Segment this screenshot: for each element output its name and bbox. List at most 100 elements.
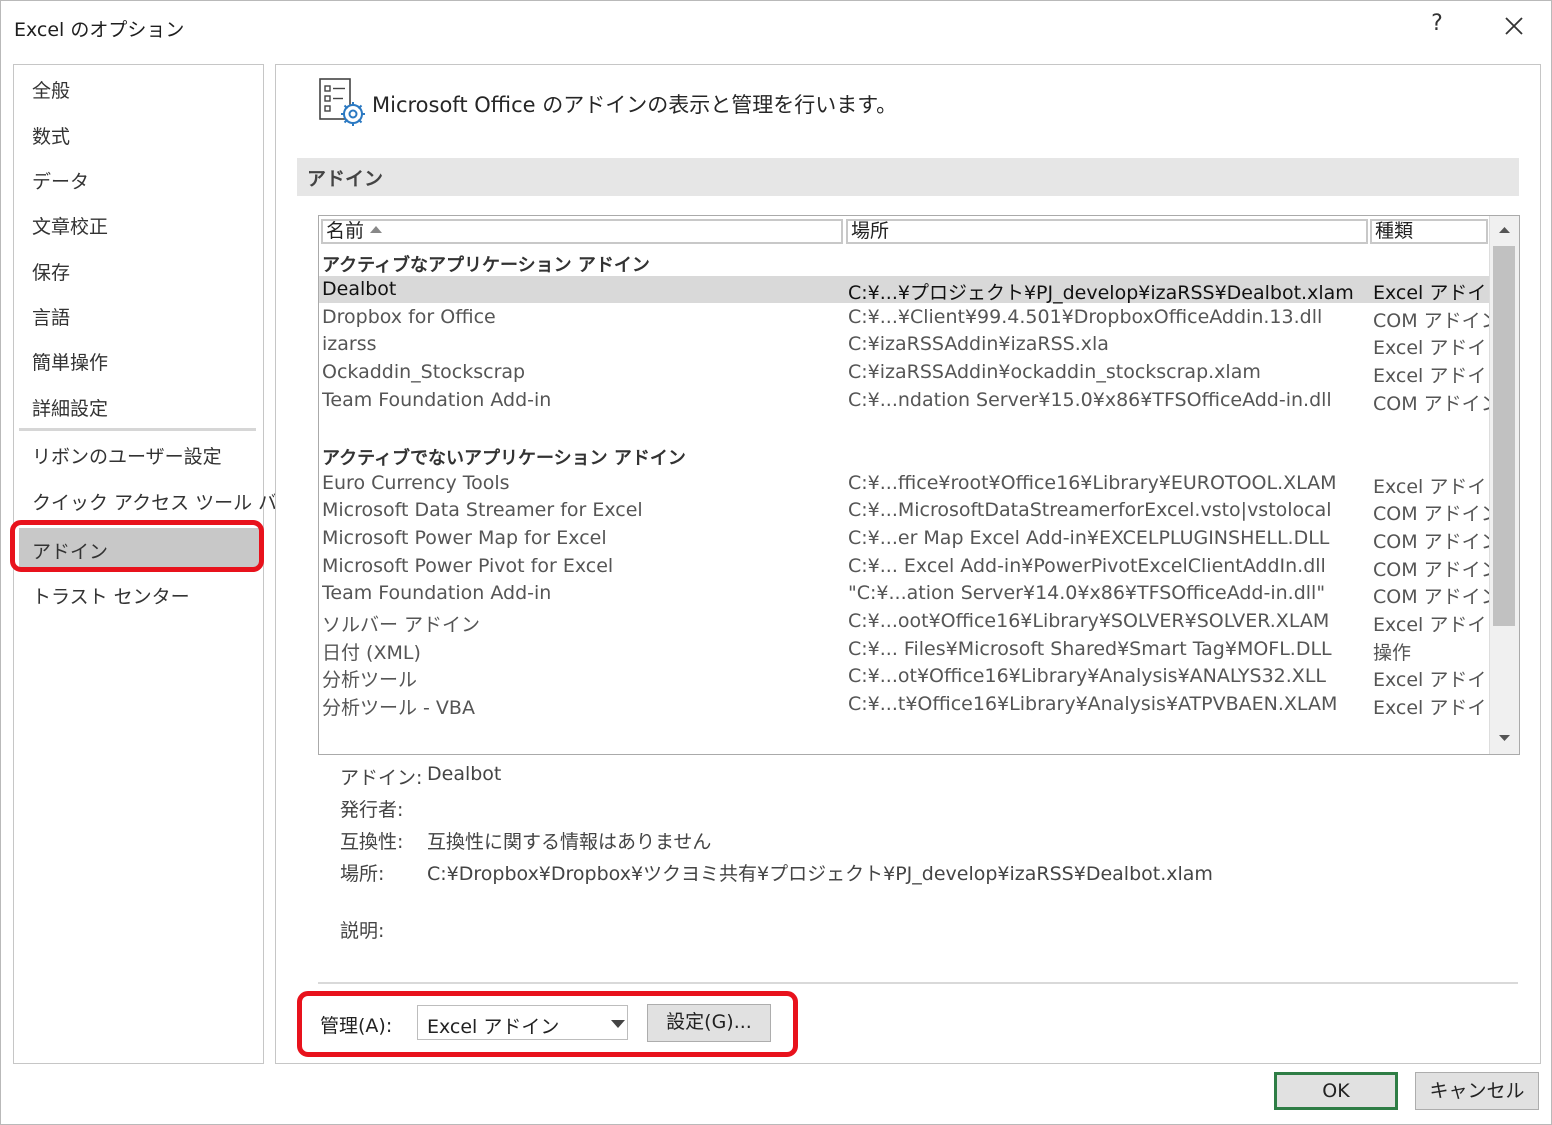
addin-name: Ockaddin_Stockscrap: [322, 361, 526, 383]
sidebar-item-language[interactable]: 言語: [32, 303, 70, 330]
scroll-up-icon: [1499, 227, 1510, 233]
addin-type: Excel アドイン: [1373, 337, 1489, 359]
table-row[interactable]: 分析ツール C:¥...ot¥Office16¥Library¥Analysis…: [319, 663, 1489, 691]
addin-type: COM アドイン: [1373, 531, 1489, 553]
addin-location: C:¥...oot¥Office16¥Library¥SOLVER¥SOLVER…: [848, 610, 1330, 632]
table-row[interactable]: Microsoft Power Pivot for Excel C:¥... E…: [319, 553, 1489, 581]
section-title: アドイン: [307, 168, 384, 190]
sidebar-item-proofing[interactable]: 文章校正: [32, 212, 108, 239]
table-row[interactable]: ソルバー アドイン C:¥...oot¥Office16¥Library¥SOL…: [319, 608, 1489, 636]
table-row[interactable]: Team Foundation Add-in "C:¥...ation Serv…: [319, 580, 1489, 608]
addin-type: Excel アドイン: [1373, 697, 1489, 719]
addin-location: C:¥izaRSSAddin¥izaRSS.xla: [848, 333, 1109, 355]
sidebar-item-data[interactable]: データ: [32, 167, 89, 194]
sidebar-item-formulas[interactable]: 数式: [32, 122, 70, 149]
detail-compat-label: 互換性:: [340, 831, 404, 853]
column-header-type[interactable]: 種類: [1370, 219, 1488, 244]
column-header-name[interactable]: 名前: [321, 219, 843, 244]
group-header-active: アクティブなアプリケーション アドイン: [322, 255, 650, 276]
addin-type: COM アドイン: [1373, 586, 1489, 608]
addin-location: C:¥...ffice¥root¥Office16¥Library¥EUROTO…: [848, 472, 1337, 494]
table-row[interactable]: 分析ツール - VBA C:¥...t¥Office16¥Library¥Ana…: [319, 691, 1489, 719]
window-title: Excel のオプション: [14, 19, 185, 41]
excel-options-dialog: Excel のオプション ? 全般 数式 データ 文章校正 保存 言語 簡単操作…: [0, 0, 1552, 1125]
close-button[interactable]: [1497, 9, 1531, 43]
addin-name: 分析ツール - VBA: [322, 697, 475, 719]
table-row[interactable]: Microsoft Power Map for Excel C:¥...er M…: [319, 525, 1489, 553]
addin-name: ソルバー アドイン: [322, 614, 481, 636]
addin-name: Team Foundation Add-in: [322, 582, 552, 604]
addin-location: C:¥...¥プロジェクト¥PJ_develop¥izaRSS¥Dealbot.…: [848, 282, 1354, 304]
addin-location: C:¥... Excel Add-in¥PowerPivotExcelClien…: [848, 555, 1326, 577]
addin-location: C:¥... Files¥Microsoft Shared¥Smart Tag¥…: [848, 638, 1332, 660]
detail-compat-value: 互換性に関する情報はありません: [427, 831, 712, 853]
sidebar-item-save[interactable]: 保存: [32, 258, 70, 285]
section-header: アドイン: [297, 158, 1519, 196]
addin-name: Euro Currency Tools: [322, 472, 510, 494]
group-header-inactive: アクティブでないアプリケーション アドイン: [322, 448, 686, 469]
addin-name: Microsoft Power Pivot for Excel: [322, 555, 614, 577]
addin-name: 日付 (XML): [322, 642, 421, 664]
sidebar-item-general[interactable]: 全般: [32, 76, 70, 103]
list-scrollbar[interactable]: [1489, 216, 1519, 754]
addin-name: izarss: [322, 333, 377, 355]
column-header-location-label: 場所: [851, 220, 890, 242]
addin-location: C:¥izaRSSAddin¥ockaddin_stockscrap.xlam: [848, 361, 1261, 383]
column-header-location[interactable]: 場所: [846, 219, 1368, 244]
sidebar-item-accessibility[interactable]: 簡単操作: [32, 348, 108, 375]
scroll-up-button[interactable]: [1490, 216, 1519, 244]
addin-name: 分析ツール: [322, 669, 418, 691]
table-row[interactable]: Euro Currency Tools C:¥...ffice¥root¥Off…: [319, 470, 1489, 498]
panel-heading: Microsoft Office のアドインの表示と管理を行います。: [372, 93, 898, 117]
column-header-type-label: 種類: [1375, 220, 1414, 242]
help-button[interactable]: ?: [1423, 11, 1451, 41]
sidebar-item-quick-access-toolbar[interactable]: クイック アクセス ツール バー: [32, 488, 296, 515]
table-row[interactable]: Dealbot C:¥...¥プロジェクト¥PJ_develop¥izaRSS¥…: [319, 276, 1489, 304]
sidebar-item-trust-center[interactable]: トラスト センター: [32, 582, 190, 609]
sidebar-item-customize-ribbon[interactable]: リボンのユーザー設定: [32, 442, 222, 469]
table-row[interactable]: 日付 (XML) C:¥... Files¥Microsoft Shared¥S…: [319, 636, 1489, 664]
addin-list[interactable]: 名前 場所 種類 アクティブなアプリケーション アドイン Dealbot C:¥…: [318, 215, 1520, 755]
table-row[interactable]: izarss C:¥izaRSSAddin¥izaRSS.xla Excel ア…: [319, 331, 1489, 359]
addin-location: C:¥...¥Client¥99.4.501¥DropboxOfficeAddi…: [848, 306, 1323, 328]
highlight-manage-area: [297, 991, 798, 1057]
close-icon: [1505, 17, 1523, 35]
table-row[interactable]: Team Foundation Add-in C:¥...ndation Ser…: [319, 387, 1489, 415]
scroll-thumb[interactable]: [1493, 246, 1515, 626]
detail-publisher-label: 発行者:: [340, 799, 404, 821]
scroll-down-button[interactable]: [1490, 724, 1519, 752]
addin-name: Team Foundation Add-in: [322, 389, 552, 411]
divider: [318, 982, 1518, 984]
partially-visible-group-header: [322, 746, 522, 754]
detail-addin-label: アドイン:: [340, 767, 423, 789]
highlight-addins-category: [10, 520, 264, 572]
detail-addin-value: Dealbot: [427, 763, 502, 785]
addin-type: Excel アドイン: [1373, 476, 1489, 498]
detail-description-label: 説明:: [340, 920, 385, 942]
addin-location: "C:¥...ation Server¥14.0¥x86¥TFSOfficeAd…: [848, 582, 1326, 604]
addin-type: 操作: [1373, 642, 1412, 664]
addin-type: Excel アドイン: [1373, 614, 1489, 636]
addin-name: Microsoft Data Streamer for Excel: [322, 499, 643, 521]
table-row[interactable]: Ockaddin_Stockscrap C:¥izaRSSAddin¥ockad…: [319, 359, 1489, 387]
ok-button[interactable]: OK: [1274, 1072, 1398, 1110]
addin-type: Excel アドイン: [1373, 669, 1489, 691]
detail-location-value: C:¥Dropbox¥Dropbox¥ツクヨミ共有¥プロジェクト¥PJ_deve…: [427, 863, 1213, 885]
sidebar-divider: [19, 428, 256, 431]
clipped-text-glyphs: [322, 753, 522, 754]
addin-location: C:¥...t¥Office16¥Library¥Analysis¥ATPVBA…: [848, 693, 1338, 715]
addin-name: Dropbox for Office: [322, 306, 496, 328]
sidebar-item-advanced[interactable]: 詳細設定: [32, 394, 108, 421]
addin-location: C:¥...er Map Excel Add-in¥EXCELPLUGINSHE…: [848, 527, 1330, 549]
addin-location: C:¥...MicrosoftDataStreamerforExcel.vsto…: [848, 499, 1332, 521]
addin-settings-icon: [319, 78, 365, 126]
addin-type: Excel アドイン: [1373, 282, 1489, 304]
addin-type: COM アドイン: [1373, 310, 1489, 332]
sort-ascending-icon: [370, 226, 383, 233]
cancel-button[interactable]: キャンセル: [1415, 1072, 1539, 1110]
addin-location: C:¥...ot¥Office16¥Library¥Analysis¥ANALY…: [848, 665, 1326, 687]
table-row[interactable]: Dropbox for Office C:¥...¥Client¥99.4.50…: [319, 304, 1489, 332]
addin-location: C:¥...ndation Server¥15.0¥x86¥TFSOfficeA…: [848, 389, 1332, 411]
detail-location-label: 場所:: [340, 863, 385, 885]
table-row[interactable]: Microsoft Data Streamer for Excel C:¥...…: [319, 497, 1489, 525]
